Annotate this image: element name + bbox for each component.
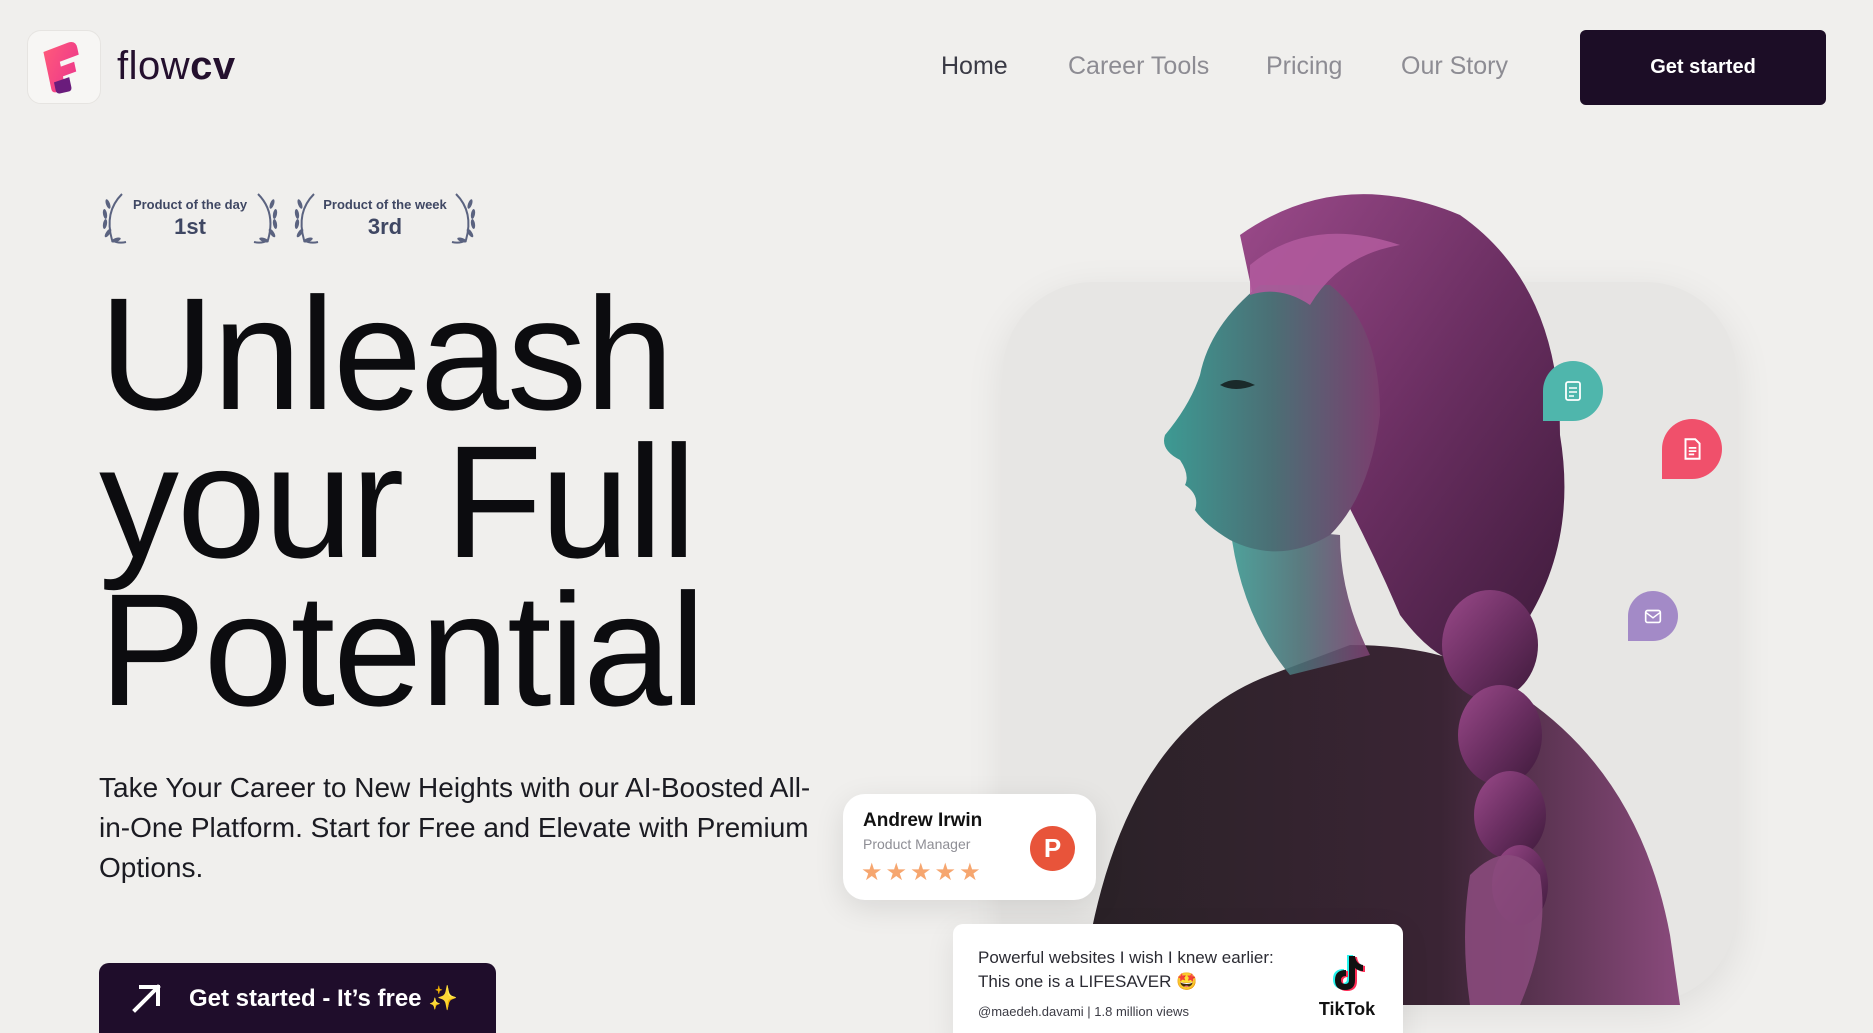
letter-icon	[1644, 609, 1662, 624]
tiktok-meta: @maedeh.davami | 1.8 million views	[978, 1004, 1189, 1019]
document-icon	[1684, 438, 1701, 460]
hero-line-2: your Full	[99, 412, 697, 591]
flowcv-logo-icon	[43, 41, 79, 94]
get-started-button[interactable]: Get started	[1580, 30, 1826, 105]
resume-bubble	[1543, 361, 1603, 421]
hero-subtitle: Take Your Career to New Heights with our…	[99, 772, 811, 883]
resume-icon	[1565, 381, 1581, 401]
nav-pricing[interactable]: Pricing	[1266, 52, 1342, 81]
hero-line-1: Unleash	[99, 264, 674, 443]
logo-wordmark[interactable]: flowcv	[117, 44, 236, 89]
award-product-of-day: Product of the day 1st	[96, 190, 284, 246]
logo-text-light: flow	[117, 44, 191, 88]
woman-portrait-image	[1080, 194, 1680, 1005]
nav-career-tools[interactable]: Career Tools	[1068, 52, 1209, 81]
award-rank: 3rd	[367, 213, 403, 239]
reviewer-role: Product Manager	[863, 836, 971, 852]
get-started-free-button[interactable]: Get started - It’s free ✨	[99, 963, 496, 1033]
tiktok-quote-card: Powerful websites I wish I knew earlier:…	[953, 924, 1403, 1033]
arrow-up-right-icon	[132, 984, 161, 1013]
tiktok-quote: Powerful websites I wish I knew earlier:…	[978, 948, 1274, 991]
document-bubble	[1662, 419, 1722, 479]
laurel-left-icon	[102, 193, 127, 244]
tiktok-logo: TikTok	[1311, 954, 1383, 1020]
award-rank: 1st	[174, 213, 206, 239]
award-title: Product of the week	[323, 196, 447, 212]
hero-headline: Unleash your Full Potential	[99, 264, 706, 739]
cta-label: Get started - It’s free ✨	[189, 984, 459, 1012]
nav-home[interactable]: Home	[941, 52, 1008, 81]
hero-line-3: Potential	[99, 560, 706, 739]
logo-icon[interactable]	[27, 30, 101, 104]
rating-stars: ★★★★★	[861, 859, 984, 886]
review-card: Andrew Irwin Product Manager ★★★★★ P	[843, 794, 1096, 900]
reviewer-name: Andrew Irwin	[863, 810, 983, 831]
award-title: Product of the day	[132, 196, 248, 212]
laurel-right-icon	[451, 193, 476, 244]
nav-our-story[interactable]: Our Story	[1401, 52, 1508, 81]
tiktok-brand: TikTok	[1318, 999, 1376, 1019]
award-product-of-week: Product of the week 3rd	[288, 190, 482, 246]
producthunt-icon: P	[1030, 826, 1075, 871]
letter-bubble	[1628, 591, 1678, 641]
tiktok-icon	[1333, 955, 1365, 991]
logo-text-bold: cv	[190, 44, 236, 88]
laurel-left-icon	[294, 193, 319, 244]
laurel-right-icon	[253, 193, 278, 244]
